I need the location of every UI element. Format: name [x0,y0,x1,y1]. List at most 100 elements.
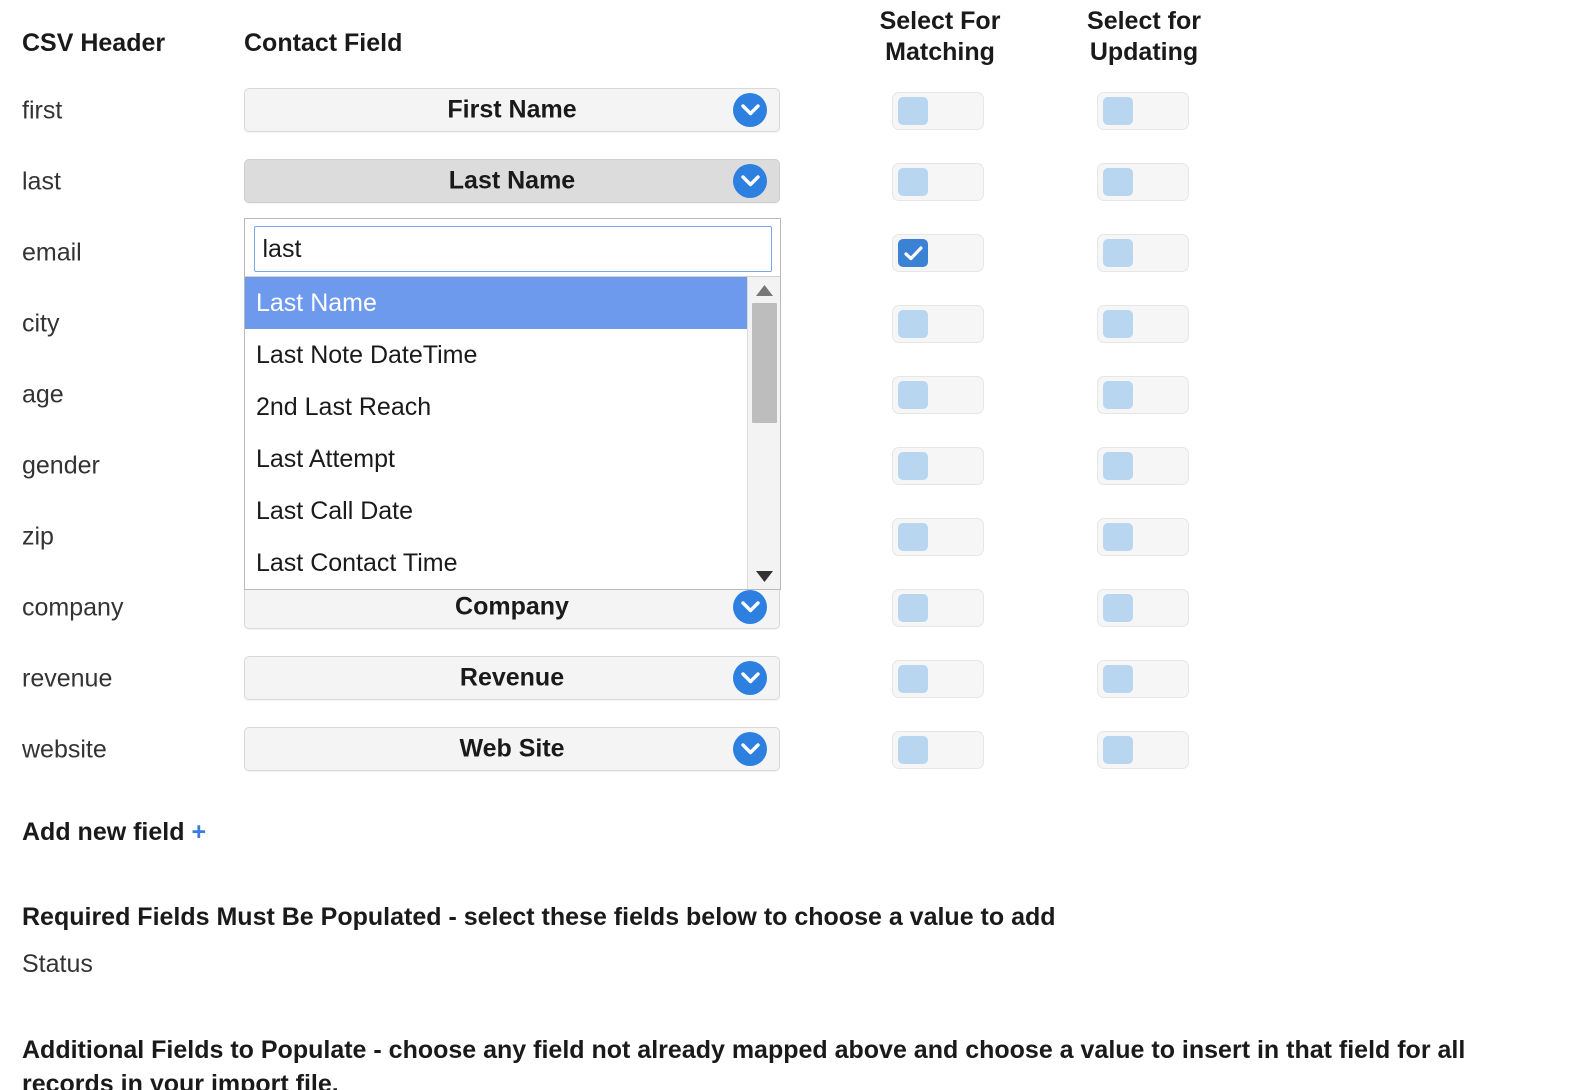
dropdown-option[interactable]: Last Name [245,277,749,329]
mapping-row: website Web Site [0,727,1572,773]
csv-header-label: website [22,735,107,764]
mapping-row: ageAge [0,372,1572,418]
contact-field-value: Last Name [448,166,576,195]
dropdown-option[interactable]: 2nd Last Reach [245,381,749,433]
select-for-updating-checkbox[interactable] [1097,589,1189,627]
scrollbar-thumb[interactable] [752,303,777,423]
additional-fields-title: Additional Fields to Populate - choose a… [22,1036,1466,1090]
required-fields-title: Required Fields Must Be Populated - sele… [22,903,1056,931]
checkbox-knob [898,523,928,551]
contact-field-value: Web Site [459,734,565,763]
chevron-down-icon[interactable] [733,93,767,127]
select-for-matching-checkbox[interactable] [892,518,984,556]
checkbox-knob [1103,381,1133,409]
contact-field-value: First Name [447,95,577,124]
checkbox-knob [1103,523,1133,551]
column-header-select-for-updating: Select for Updating [1087,7,1201,66]
chevron-down-icon[interactable] [733,164,767,198]
dropdown-option[interactable]: Last Call Date [245,485,749,537]
select-for-updating-checkbox[interactable] [1097,447,1189,485]
contact-field-value: Revenue [459,663,565,692]
dropdown-option-list[interactable]: Last Name Last Note DateTime 2nd Last Reac… [245,277,749,589]
contact-field-select[interactable]: Company [244,585,780,629]
plus-icon[interactable]: + [191,818,206,846]
dropdown-option[interactable]: Last Note DateTime [245,329,749,381]
csv-header-label: company [22,593,124,622]
checkbox-knob [898,452,928,480]
checkbox-knob [1103,97,1133,125]
select-for-matching-checkbox[interactable] [892,234,984,272]
csv-header-label: last [22,167,61,196]
select-for-matching-checkbox[interactable] [892,376,984,414]
checkbox-knob [1103,168,1133,196]
select-for-matching-checkbox[interactable] [892,660,984,698]
checkbox-knob [1103,736,1133,764]
scroll-down-arrow-icon[interactable] [748,565,781,587]
checkbox-knob [1103,239,1133,267]
select-for-updating-checkbox[interactable] [1097,518,1189,556]
mapping-row: emailEmail [0,230,1572,276]
csv-header-label: age [22,380,64,409]
select-for-updating-checkbox[interactable] [1097,163,1189,201]
csv-header-label: city [22,309,60,338]
dropdown-scrollbar[interactable] [747,277,780,589]
select-for-matching-checkbox[interactable] [892,92,984,130]
select-for-updating-checkbox[interactable] [1097,305,1189,343]
csv-field-mapping-page: CSV Header Contact Field Select For Matc… [0,0,1572,1090]
mapping-row: zipZip [0,514,1572,560]
checkbox-knob [898,168,928,196]
dropdown-option[interactable]: Last Contact Time [245,537,749,589]
column-header-select-for-matching: Select For Matching [879,7,1001,66]
dropdown-search-input[interactable] [253,226,772,272]
select-for-matching-checkbox[interactable] [892,731,984,769]
contact-field-select[interactable]: Last Name [244,159,780,203]
csv-header-label: zip [22,522,54,551]
mapping-row: first First Name [0,88,1572,134]
csv-header-label: first [22,96,63,125]
select-for-updating-checkbox[interactable] [1097,731,1189,769]
mapping-row: genderGender [0,443,1572,489]
select-for-updating-checkbox[interactable] [1097,376,1189,414]
checkbox-knob [898,381,928,409]
checkbox-knob [1103,665,1133,693]
chevron-down-icon[interactable] [733,661,767,695]
select-for-matching-checkbox[interactable] [892,163,984,201]
select-for-updating-checkbox[interactable] [1097,660,1189,698]
csv-header-label: revenue [22,664,113,693]
mapping-row: revenue Revenue [0,656,1572,702]
select-for-matching-checkbox[interactable] [892,447,984,485]
mapping-row: last Last Name [0,159,1572,205]
select-for-matching-checkbox[interactable] [892,305,984,343]
dropdown-option[interactable]: Last Attempt [245,433,749,485]
csv-header-label: email [22,238,82,267]
checkbox-knob [898,97,928,125]
mapping-row: cityCity [0,301,1572,347]
csv-header-label: gender [22,451,100,480]
checkbox-knob [898,665,928,693]
checkbox-knob [1103,594,1133,622]
select-for-matching-checkbox[interactable] [892,589,984,627]
chevron-down-icon[interactable] [733,590,767,624]
add-new-field-label: Add new field [22,818,185,846]
required-field-item-status[interactable]: Status [22,950,93,979]
checkbox-knob [1103,310,1133,338]
select-for-updating-checkbox[interactable] [1097,92,1189,130]
dropdown-list-wrapper: Last Name Last Note DateTime 2nd Last Reac… [245,276,780,589]
add-new-field-button[interactable]: Add new field + [22,818,206,847]
contact-field-dropdown[interactable]: Last NameLast Note DateTime2nd Last Reac… [244,218,781,590]
checkbox-knob [1103,452,1133,480]
checkbox-knob [898,310,928,338]
checkbox-knob [898,594,928,622]
contact-field-select[interactable]: Web Site [244,727,780,771]
checkbox-knob [898,239,928,267]
checkbox-knob [898,736,928,764]
column-header-csv-header: CSV Header [22,29,166,57]
column-header-contact-field: Contact Field [244,29,403,57]
chevron-down-icon[interactable] [733,732,767,766]
contact-field-select[interactable]: Revenue [244,656,780,700]
contact-field-value: Company [455,592,569,621]
scroll-up-arrow-icon[interactable] [748,279,781,301]
select-for-updating-checkbox[interactable] [1097,234,1189,272]
mapping-row: company Company [0,585,1572,631]
contact-field-select[interactable]: First Name [244,88,780,132]
